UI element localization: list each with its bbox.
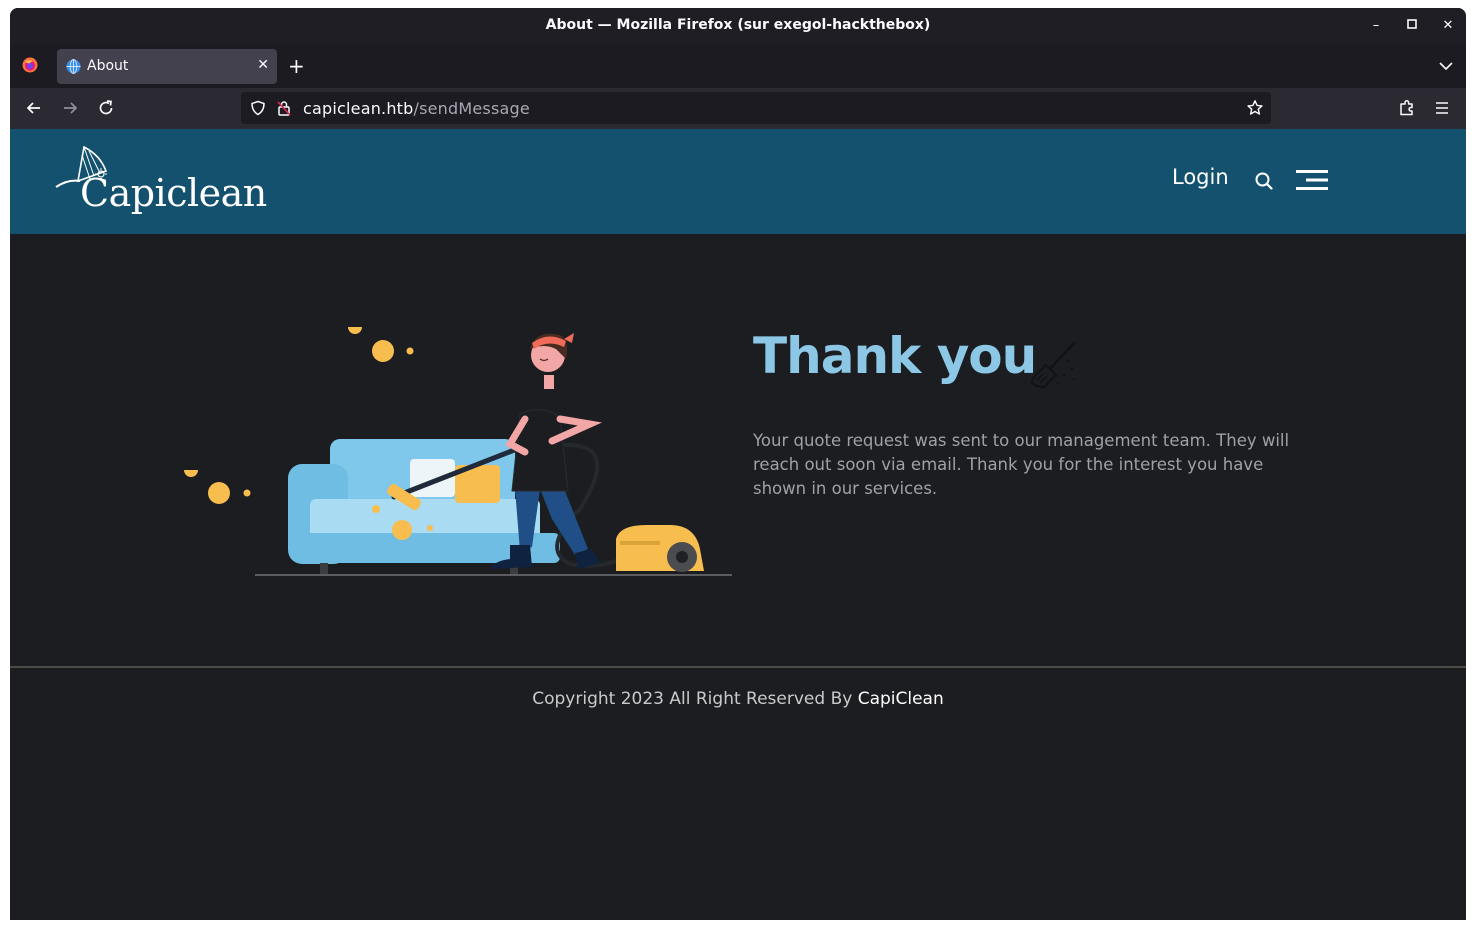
close-tab-icon[interactable]: ✕ bbox=[257, 57, 269, 73]
forward-icon[interactable] bbox=[60, 98, 80, 118]
url-host: capiclean.htb bbox=[303, 99, 414, 118]
bookmark-star-icon[interactable] bbox=[1246, 99, 1264, 117]
insecure-lock-icon[interactable] bbox=[277, 100, 291, 116]
site-header: Capiclean Login bbox=[10, 129, 1466, 234]
new-tab-button[interactable]: + bbox=[288, 56, 305, 76]
hamburger-menu-icon[interactable] bbox=[1296, 169, 1330, 191]
thank-you-heading: Thank you bbox=[753, 327, 1037, 385]
footer-text: Copyright 2023 All Right Reserved By bbox=[532, 689, 858, 709]
url-text: capiclean.htb/sendMessage bbox=[303, 99, 530, 118]
back-icon[interactable] bbox=[24, 98, 44, 118]
broom-icon bbox=[1031, 341, 1076, 388]
maximize-icon bbox=[1407, 19, 1417, 29]
tracking-protection-icon[interactable] bbox=[250, 100, 266, 116]
window-title: About — Mozilla Firefox (sur exegol-hack… bbox=[545, 17, 931, 33]
url-bar[interactable]: capiclean.htb/sendMessage bbox=[241, 92, 1271, 124]
footer-divider bbox=[10, 666, 1466, 668]
cleaning-illustration bbox=[184, 327, 732, 576]
web-page: Capiclean Login Thank you Your quote req… bbox=[10, 129, 1466, 920]
app-menu-icon[interactable] bbox=[1434, 98, 1450, 118]
list-all-tabs-icon[interactable] bbox=[1438, 58, 1454, 74]
footer-brand: CapiClean bbox=[857, 689, 944, 709]
browser-window: About — Mozilla Firefox (sur exegol-hack… bbox=[10, 8, 1466, 920]
logo-text: Capiclean bbox=[80, 171, 267, 215]
search-icon[interactable] bbox=[1254, 171, 1274, 191]
globe-icon bbox=[66, 59, 81, 74]
title-bar: About — Mozilla Firefox (sur exegol-hack… bbox=[10, 8, 1466, 44]
tab-about[interactable]: About ✕ bbox=[57, 49, 277, 84]
tab-label: About bbox=[87, 58, 129, 74]
maximize-button[interactable] bbox=[1402, 16, 1422, 36]
minimize-button[interactable]: – bbox=[1366, 16, 1386, 36]
login-link[interactable]: Login bbox=[1172, 165, 1229, 189]
confirmation-message: Your quote request was sent to our manag… bbox=[753, 431, 1290, 498]
tab-bar: About ✕ + bbox=[10, 44, 1466, 88]
reload-icon[interactable] bbox=[96, 98, 116, 118]
navigation-bar: capiclean.htb/sendMessage bbox=[10, 88, 1466, 129]
url-path: /sendMessage bbox=[413, 99, 530, 118]
close-window-button[interactable]: ✕ bbox=[1438, 16, 1458, 36]
firefox-icon[interactable] bbox=[22, 57, 38, 73]
site-logo[interactable]: Capiclean bbox=[54, 143, 267, 223]
extensions-icon[interactable] bbox=[1397, 98, 1417, 118]
footer-copyright: Copyright 2023 All Right Reserved By Cap… bbox=[10, 689, 1466, 709]
